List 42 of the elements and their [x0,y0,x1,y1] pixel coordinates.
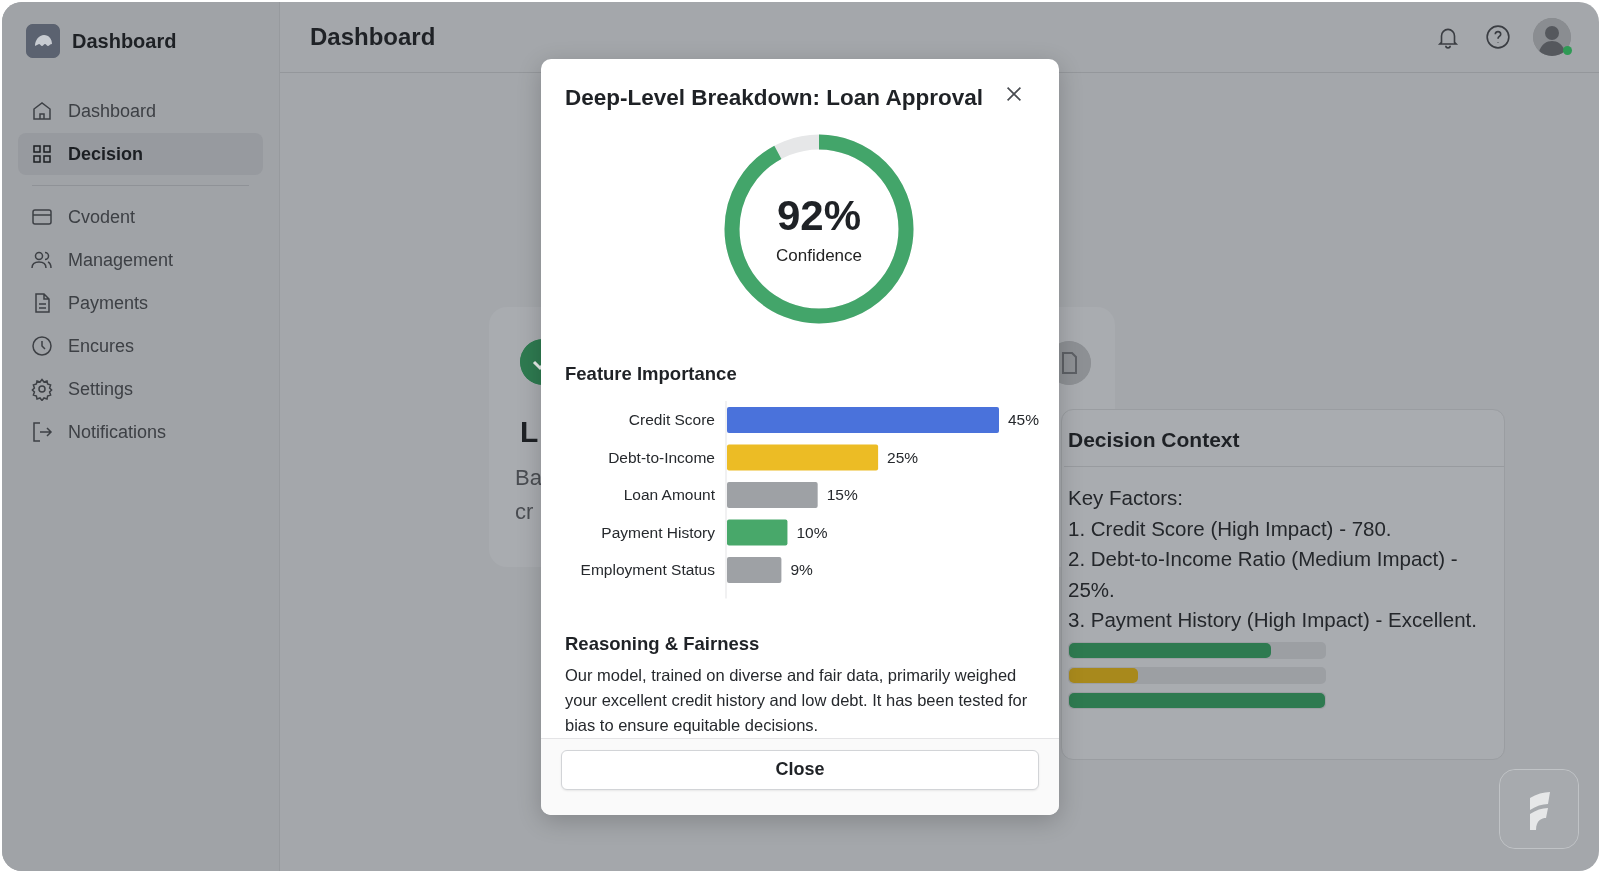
section-heading: Feature Importance [565,363,738,385]
confidence-value: 92% [776,192,862,240]
sidebar-item[interactable]: Payments [18,282,263,324]
logo-icon [26,24,60,58]
key-factor-text: 3. Payment History (High Impact) - Excellent. [1068,607,1478,633]
sidebar-item[interactable]: Cvodent [18,196,263,238]
help-icon[interactable] [1485,24,1511,50]
bar-label: Loan Amount [623,486,715,503]
brand-name: Dashboard [72,29,177,53]
card-text: cr [515,499,534,525]
sidebar-item[interactable]: Decision [18,133,263,175]
bar-label: Employment Status [580,561,715,578]
value-label: 15% [826,486,858,503]
close-button[interactable]: Close [561,749,1039,790]
sidebar-item[interactable]: Management [18,239,263,281]
key-factor-text: 2. Debt-to-Income Ratio (Medium Impact) - 25%. [1068,546,1459,603]
exit-icon [30,420,54,444]
value-label: 10% [796,523,828,541]
dialog-title: Deep-Level Breakdown: Loan Approval [565,85,983,111]
bar-label: Credit Score [628,411,715,428]
card-title: Decision Context [1064,410,1504,467]
grid-icon [30,142,54,166]
settings-icon [30,377,54,401]
sidebar-item[interactable]: Settings [18,368,263,410]
value-label: 45% [1008,411,1040,428]
key-factor-text: 1. Credit Score (High Impact) - 780. [1068,515,1393,542]
confidence-label: Confidence [776,246,862,266]
key-factor-text: Key Factors: [1068,485,1185,511]
value-label: 25% [887,448,919,466]
home-icon [30,99,54,123]
card-text: Ba [515,465,542,491]
section-heading: Reasoning & Fairness [565,632,761,655]
bar-label: Payment History [601,523,715,541]
page-title: Dashboard [310,23,437,51]
card-heading: L [520,415,539,449]
reasoning-text: Our model, trained on diverse and fair data, primarily weighed your excellent credit history and low debt. It has been tested for bias to ensure equitable decisions. [565,664,1029,736]
value-label: 9% [790,561,813,578]
bar-label: Debt-to-Income [608,448,715,466]
sidebar-item[interactable]: Dashboard [18,90,263,132]
sidebar-item[interactable]: Notifications [18,411,263,453]
clock-icon [30,334,54,358]
sidebar-item[interactable]: Encures [18,325,263,367]
